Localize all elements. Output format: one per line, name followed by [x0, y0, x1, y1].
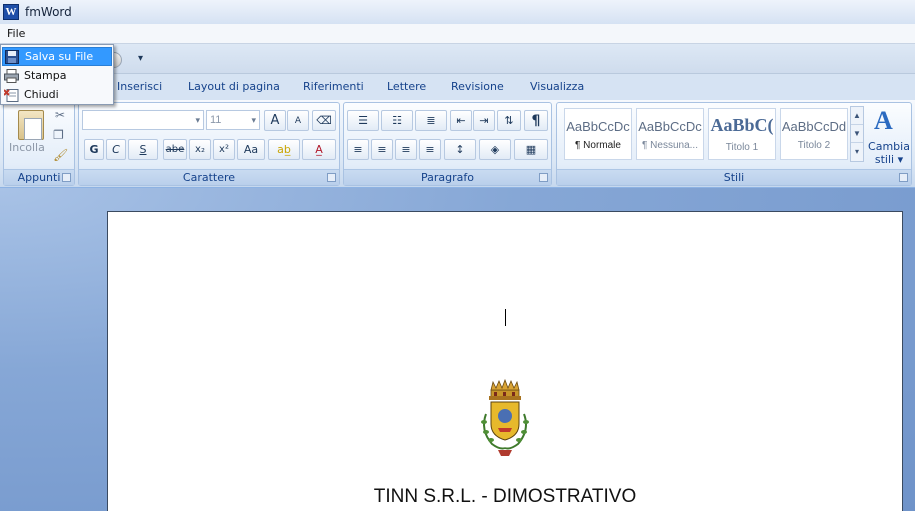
font-name-combo[interactable] [82, 110, 204, 130]
printer-icon [4, 68, 20, 83]
file-menu[interactable]: File [5, 25, 27, 42]
scroll-down-icon[interactable]: ▼ [851, 125, 863, 143]
title-bar: W fmWord [0, 0, 915, 24]
tab-visualizza[interactable]: Visualizza [530, 80, 584, 93]
group-stili-label: Stili [557, 169, 911, 185]
clear-formatting-icon[interactable]: ⌫ [312, 110, 336, 131]
menu-item-chiudi[interactable]: Chiudi [2, 85, 112, 104]
menu-item-stampa[interactable]: Stampa [2, 66, 112, 85]
tab-riferimenti[interactable]: Riferimenti [303, 80, 364, 93]
style-name: Titolo 2 [797, 140, 831, 151]
bold-button[interactable]: G [84, 139, 104, 160]
subscript-button[interactable]: x₂ [189, 139, 211, 160]
style-sample: AaBbCcDd [781, 119, 847, 134]
shading-icon[interactable]: ◈ [479, 139, 511, 160]
style-normale[interactable]: AaBbCcDc ¶ Normale [564, 108, 632, 160]
sort-icon[interactable]: ⇅ [497, 110, 521, 131]
copy-icon[interactable]: ❐ [53, 128, 64, 142]
customize-toolbar-chevron-icon[interactable]: ▾ [138, 53, 143, 64]
decrease-indent-icon[interactable]: ⇤ [450, 110, 472, 131]
shrink-font-button[interactable]: A [287, 110, 309, 131]
word-app-icon[interactable]: W [3, 4, 19, 20]
change-styles-button[interactable]: Cambia stili ▾ [868, 140, 910, 166]
menu-item-label: Chiudi [24, 88, 59, 101]
close-document-icon [3, 88, 20, 102]
style-titolo-1[interactable]: AaBbC( Titolo 1 [708, 108, 776, 160]
align-left-icon[interactable]: ≡ [347, 139, 369, 160]
document-page[interactable] [107, 211, 903, 511]
font-color-icon[interactable]: A̲ [302, 139, 336, 160]
tab-layout-di-pagina[interactable]: Layout di pagina [188, 80, 280, 93]
italic-button[interactable]: C [106, 139, 126, 160]
style-name: ¶ Nessuna... [642, 140, 698, 151]
group-carattere-label: Carattere [79, 169, 339, 185]
carattere-launcher-icon[interactable] [327, 173, 336, 182]
paste-sheet-icon [24, 118, 42, 140]
grow-font-button[interactable]: A [264, 110, 286, 131]
style-titolo-2[interactable]: AaBbCcDd Titolo 2 [780, 108, 848, 160]
stili-launcher-icon[interactable] [899, 173, 908, 182]
style-sample: AaBbC( [710, 115, 774, 135]
styles-more-icon[interactable]: ▾ [851, 143, 863, 161]
group-paragrafo-label: Paragrafo [344, 169, 551, 185]
borders-icon[interactable]: ▦ [514, 139, 548, 160]
menu-bar: File [0, 24, 915, 44]
styles-scroll[interactable]: ▲ ▼ ▾ [850, 106, 864, 162]
justify-icon[interactable]: ≡ [419, 139, 441, 160]
underline-button[interactable]: S [128, 139, 158, 160]
style-nessuna-spaziatura[interactable]: AaBbCcDc ¶ Nessuna... [636, 108, 704, 160]
strikethrough-button[interactable]: abe [163, 139, 187, 160]
tab-lettere[interactable]: Lettere [387, 80, 426, 93]
menu-item-label: Salva su File [25, 50, 94, 63]
increase-indent-icon[interactable]: ⇥ [473, 110, 495, 131]
style-name: ¶ Normale [575, 140, 621, 151]
menu-item-salva-su-file[interactable]: Salva su File [2, 47, 112, 66]
highlight-color-icon[interactable]: ab̲ [268, 139, 300, 160]
tab-revisione[interactable]: Revisione [451, 80, 504, 93]
change-case-button[interactable]: Aa [237, 139, 265, 160]
superscript-button[interactable]: x² [213, 139, 235, 160]
multilevel-list-icon[interactable]: ≣ [415, 110, 447, 131]
bullets-icon[interactable]: ☰ [347, 110, 379, 131]
cut-icon[interactable]: ✂ [55, 108, 65, 122]
coat-of-arms-icon [481, 378, 529, 456]
show-formatting-button[interactable]: ¶ [524, 110, 548, 131]
line-spacing-icon[interactable]: ↕ [444, 139, 476, 160]
format-painter-icon[interactable]: 🖌 [53, 148, 68, 162]
scroll-up-icon[interactable]: ▲ [851, 107, 863, 125]
window-title: fmWord [25, 5, 72, 19]
align-center-icon[interactable]: ≡ [371, 139, 393, 160]
paste-button-label[interactable]: Incolla [9, 141, 45, 154]
menu-item-label: Stampa [24, 69, 67, 82]
numbering-icon[interactable]: ☷ [381, 110, 413, 131]
tab-inserisci[interactable]: Inserisci [117, 80, 162, 93]
file-dropdown-menu: Salva su File Stampa Chiudi [0, 44, 114, 105]
text-cursor [505, 309, 506, 326]
change-styles-icon[interactable]: A [874, 106, 893, 136]
paragrafo-launcher-icon[interactable] [539, 173, 548, 182]
appunti-launcher-icon[interactable] [62, 173, 71, 182]
align-right-icon[interactable]: ≡ [395, 139, 417, 160]
style-sample: AaBbCcDc [566, 119, 630, 134]
font-size-combo[interactable]: 11 [206, 110, 260, 130]
style-name: Titolo 1 [725, 142, 759, 153]
style-sample: AaBbCcDc [638, 119, 702, 134]
floppy-disk-icon [5, 49, 21, 64]
document-heading[interactable]: TINN S.R.L. - DIMOSTRATIVO [107, 486, 903, 508]
